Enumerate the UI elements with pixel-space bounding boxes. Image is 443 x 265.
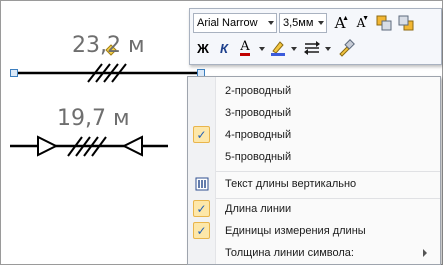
length-label-top[interactable]: 23,2 м	[72, 33, 145, 58]
mini-toolbar: Arial Narrow 3,5мм A ▲ A ▼ Ж К A	[189, 8, 442, 65]
line-style-button[interactable]	[302, 38, 322, 58]
checkmark-icon: ✓	[193, 200, 210, 217]
font-name-combo[interactable]: Arial Narrow	[193, 13, 277, 33]
send-backward-icon	[398, 15, 414, 31]
format-painter-button[interactable]	[336, 38, 356, 58]
menu-item-line-length[interactable]: ✓ Длина линии	[188, 198, 440, 220]
line-style-icon	[304, 41, 320, 55]
font-name-value: Arial Narrow	[197, 17, 258, 29]
font-size-value: 3,5мм	[283, 17, 314, 29]
italic-button[interactable]: К	[214, 38, 234, 58]
arrow-left-icon	[121, 135, 143, 157]
menu-item-label: 5-проводный	[225, 151, 292, 163]
menu-item-label: 3-проводный	[225, 107, 292, 119]
line-style-dropdown-icon[interactable]	[325, 47, 331, 51]
highlight-icon	[271, 41, 285, 56]
checkmark-icon: ✓	[193, 126, 210, 143]
italic-icon: К	[220, 40, 228, 56]
selection-handle-left[interactable]	[10, 69, 18, 77]
menu-item-4-wire[interactable]: ✓ 4-проводный	[188, 124, 440, 146]
menu-item-label: Толщина линии символа:	[225, 247, 354, 259]
bring-forward-icon	[376, 15, 392, 31]
highlight-button[interactable]	[268, 38, 288, 58]
menu-item-length-units[interactable]: ✓ Единицы измерения длины	[188, 220, 440, 242]
bold-button[interactable]: Ж	[193, 38, 213, 58]
font-color-button[interactable]: A	[235, 38, 255, 58]
shrink-font-button[interactable]: A ▼	[351, 13, 371, 33]
menu-item-2-wire[interactable]: 2-проводный	[188, 80, 440, 102]
menu-item-label: 4-проводный	[225, 129, 292, 141]
vertical-text-icon	[195, 177, 209, 191]
menu-separator	[216, 171, 440, 172]
bring-forward-button[interactable]	[374, 13, 394, 33]
chevron-down-icon[interactable]	[268, 21, 274, 25]
arrow-right-icon	[37, 135, 59, 157]
highlight-dropdown-icon[interactable]	[291, 47, 297, 51]
font-color-icon: A	[240, 39, 250, 56]
length-label-bottom[interactable]: 19,7 м	[57, 106, 130, 131]
context-menu: 2-проводный 3-проводный ✓ 4-проводный 5-…	[187, 76, 441, 265]
format-painter-icon	[339, 39, 355, 57]
menu-item-symbol-line-width[interactable]: Толщина линии символа:	[188, 242, 440, 264]
menu-item-3-wire[interactable]: 3-проводный	[188, 102, 440, 124]
menu-item-label: Текст длины вертикально	[225, 178, 357, 190]
menu-item-label: Единицы измерения длины	[225, 225, 366, 237]
grow-font-button[interactable]: A ▲	[330, 13, 350, 33]
checkmark-icon: ✓	[193, 222, 210, 239]
menu-item-label: Длина линии	[225, 203, 292, 215]
send-backward-button[interactable]	[396, 13, 416, 33]
font-size-combo[interactable]: 3,5мм	[279, 13, 327, 33]
bold-icon: Ж	[197, 40, 209, 56]
chevron-right-icon	[423, 249, 427, 257]
chevron-down-icon[interactable]	[318, 21, 324, 25]
menu-item-vertical-text[interactable]: Текст длины вертикально	[188, 173, 440, 195]
font-color-dropdown-icon[interactable]	[259, 47, 265, 51]
menu-item-5-wire[interactable]: 5-проводный	[188, 146, 440, 168]
menu-item-label: 2-проводный	[225, 85, 292, 97]
